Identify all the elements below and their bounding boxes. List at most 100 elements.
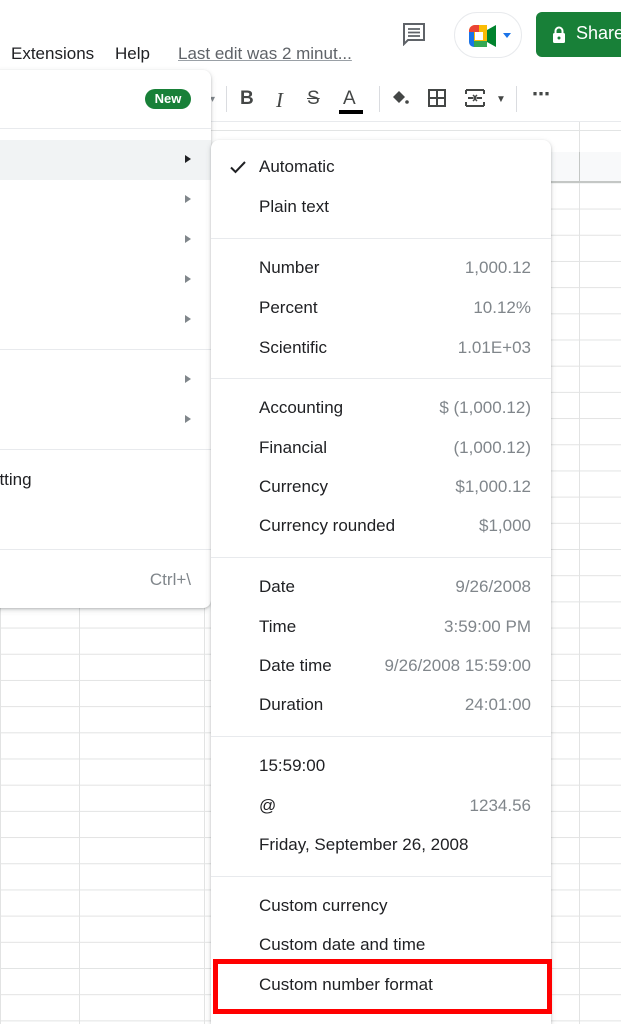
format-option-recent-time[interactable]: 15:59:00	[211, 747, 551, 787]
option-example: 1234.56	[469, 796, 531, 815]
option-example: 1,000.12	[464, 258, 531, 277]
format-option-date[interactable]: Date 9/26/2008	[211, 568, 551, 608]
option-label: Number	[259, 258, 320, 277]
option-label: Custom currency	[259, 896, 388, 915]
toolbar-separator	[379, 86, 380, 112]
format-menu-item-merge-cells[interactable]	[0, 400, 211, 440]
toolbar-separator	[226, 86, 227, 112]
borders-icon[interactable]	[427, 88, 447, 110]
submenu-arrow-icon	[185, 275, 191, 283]
format-menu-item-font-size[interactable]	[0, 360, 211, 400]
format-option-plain-text[interactable]: Plain text	[211, 188, 551, 228]
format-option-custom-currency[interactable]: Custom currency	[211, 887, 551, 927]
menu-divider	[211, 557, 551, 558]
option-label: Scientific	[259, 338, 328, 357]
format-menu-item-text[interactable]	[0, 180, 211, 220]
format-menu-item-alignment[interactable]	[0, 220, 211, 260]
number-format-submenu: Automatic Plain text Number 1,000.12 Per…	[211, 140, 551, 1024]
format-menu-item-rotation[interactable]	[0, 300, 211, 340]
text-color-icon[interactable]: A	[339, 88, 363, 114]
format-option-number[interactable]: Number 1,000.12	[211, 249, 551, 289]
option-example: $1,000	[479, 516, 531, 535]
menu-divider	[211, 736, 551, 737]
meet-button[interactable]	[454, 12, 522, 58]
format-option-accounting[interactable]: Accounting $ (1,000.12)	[211, 389, 551, 429]
format-menu-item-clear-formatting[interactable]: Ctrl+\	[0, 560, 211, 600]
share-button[interactable]: Share	[536, 12, 621, 57]
submenu-arrow-icon	[185, 415, 191, 423]
shortcut-label: Ctrl+\	[149, 570, 191, 589]
submenu-arrow-icon	[185, 235, 191, 243]
format-menu-item-alternating-colors[interactable]: s	[0, 500, 211, 540]
menu-extensions[interactable]: Extensions	[11, 44, 94, 64]
more-icon[interactable]: ⋯	[532, 84, 550, 106]
format-option-time[interactable]: Time 3:59:00 PM	[211, 608, 551, 648]
option-example: $ (1,000.12)	[439, 398, 531, 417]
submenu-arrow-icon	[185, 375, 191, 383]
option-label: Percent	[259, 298, 318, 317]
format-menu-item-number[interactable]	[0, 140, 211, 180]
merge-dropdown-icon[interactable]: ▼	[496, 94, 506, 116]
option-label: Plain text	[259, 197, 329, 216]
fill-color-icon[interactable]	[390, 88, 410, 110]
column-divider	[579, 122, 580, 1024]
format-menu: New atting s Ctrl+\	[0, 70, 211, 608]
option-label: Date	[259, 577, 295, 596]
toolbar-separator	[516, 86, 517, 112]
submenu-arrow-icon	[185, 315, 191, 323]
option-example: 24:01:00	[464, 695, 531, 714]
option-label: Custom date and time	[259, 935, 426, 954]
google-meet-icon	[469, 25, 496, 47]
option-example: $1,000.12	[455, 477, 531, 496]
option-label: Automatic	[259, 157, 335, 176]
format-option-recent-long-date[interactable]: Friday, September 26, 2008	[211, 826, 551, 866]
new-badge: New	[145, 89, 191, 109]
menu-help[interactable]: Help	[115, 44, 150, 64]
option-label: Currency	[259, 477, 328, 496]
column-header[interactable]	[540, 152, 621, 183]
format-option-date-time[interactable]: Date time 9/26/2008 15:59:00	[211, 647, 551, 687]
format-option-percent[interactable]: Percent 10.12%	[211, 289, 551, 329]
format-menu-item-conditional-formatting[interactable]: atting	[0, 460, 211, 500]
format-menu-item-wrapping[interactable]	[0, 260, 211, 300]
highlight-annotation	[213, 959, 552, 1014]
option-example: 10.12%	[473, 298, 531, 317]
comment-icon[interactable]	[402, 22, 426, 47]
format-option-financial[interactable]: Financial (1,000.12)	[211, 429, 551, 469]
menu-divider	[0, 549, 211, 550]
format-option-scientific[interactable]: Scientific 1.01E+03	[211, 329, 551, 369]
text-color-swatch	[339, 110, 363, 114]
option-example: 9/26/2008	[455, 577, 531, 596]
format-option-currency[interactable]: Currency $1,000.12	[211, 468, 551, 508]
format-option-duration[interactable]: Duration 24:01:00	[211, 686, 551, 726]
menu-divider	[0, 128, 211, 129]
option-label: Time	[259, 617, 297, 636]
option-label: Date time	[259, 656, 332, 675]
format-option-automatic[interactable]: Automatic	[211, 148, 551, 188]
submenu-arrow-icon	[185, 195, 191, 203]
option-example: (1,000.12)	[453, 438, 532, 457]
bold-icon[interactable]: B	[240, 88, 254, 110]
menu-divider	[211, 876, 551, 877]
option-example: 3:59:00 PM	[444, 617, 531, 636]
format-option-recent-text[interactable]: @ 1234.56	[211, 787, 551, 827]
menu-divider	[211, 238, 551, 239]
option-example: 1.01E+03	[457, 338, 531, 357]
menu-divider	[0, 349, 211, 350]
share-label: Share	[576, 23, 621, 43]
format-menu-theme-item[interactable]: New	[0, 70, 211, 128]
title-bar: Extensions Help Last edit was 2 minut...…	[0, 0, 621, 76]
menu-divider	[211, 378, 551, 379]
option-label: 15:59:00	[259, 756, 326, 775]
lock-icon	[552, 26, 566, 48]
option-label: Financial	[259, 438, 328, 457]
strikethrough-icon[interactable]: S	[307, 88, 320, 110]
checkmark-icon	[229, 158, 247, 176]
submenu-arrow-icon	[185, 155, 191, 163]
option-label: Duration	[259, 695, 324, 714]
italic-icon[interactable]: I	[276, 88, 283, 112]
menu-item-label: atting	[0, 470, 32, 489]
format-option-currency-rounded[interactable]: Currency rounded $1,000	[211, 507, 551, 547]
merge-cells-icon[interactable]	[464, 88, 486, 110]
last-edit-link[interactable]: Last edit was 2 minut...	[178, 44, 352, 64]
